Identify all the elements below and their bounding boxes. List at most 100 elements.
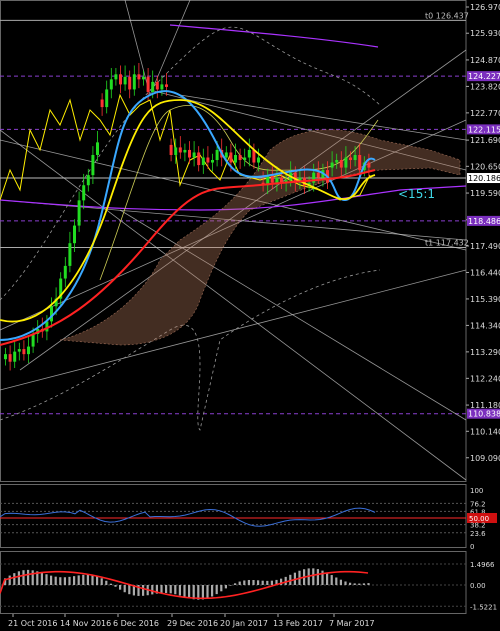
candle-body [367, 162, 371, 168]
date-label: 21 Oct 2016 [8, 619, 57, 628]
macd-histogram-bar [284, 576, 287, 585]
macd-histogram-bar [27, 569, 30, 585]
candle-body [234, 154, 237, 163]
candle-body [201, 157, 205, 166]
candle-body [128, 76, 132, 90]
macd-histogram-bar [13, 573, 16, 585]
upper-ma-line [169, 24, 379, 48]
date-axis: 21 Oct 2016 14 Nov 2016 6 Dec 2016 29 Dec 2… [8, 614, 375, 628]
price-tick-label: 121.690 [470, 136, 500, 145]
candle-body [91, 154, 95, 176]
macd-panel: 1.4966 0.00 -1.5221 [0, 551, 497, 614]
candle-body [137, 74, 141, 80]
candle-body [192, 152, 196, 158]
macd-histogram-bar [109, 583, 112, 585]
macd-tick-label: 0.00 [470, 582, 486, 590]
macd-histogram-bar [206, 585, 209, 599]
macd-histogram-bar [215, 585, 218, 595]
candle [119, 65, 122, 94]
price-level-label: 118.486 [468, 217, 500, 226]
candle [183, 143, 187, 162]
candle-body [13, 351, 17, 362]
candle [40, 317, 44, 338]
macd-histogram-bar [100, 578, 103, 585]
date-label: 13 Feb 2017 [273, 619, 323, 628]
candle [132, 65, 136, 96]
price-tick-label: 124.870 [470, 56, 500, 65]
candle-body [238, 154, 242, 161]
candle [100, 93, 104, 116]
candle [77, 191, 81, 232]
macd-tick-label: 1.4966 [470, 561, 495, 569]
price-tick-label: 112.240 [470, 374, 500, 383]
macd-histogram-bar [362, 583, 365, 585]
candle [192, 141, 196, 167]
macd-histogram-bar [160, 585, 163, 594]
candle [197, 146, 201, 172]
macd-histogram-bar [183, 585, 186, 597]
candle-body [339, 160, 343, 168]
macd-histogram-bar [257, 580, 260, 585]
macd-histogram-bar [261, 580, 264, 585]
candle [13, 340, 17, 369]
macd-histogram-bar [312, 568, 315, 585]
candle-body [215, 149, 219, 161]
candle-body [344, 157, 348, 168]
macd-histogram-bar [358, 583, 361, 585]
macd-histogram-bar [234, 583, 237, 585]
candle [201, 148, 205, 174]
macd-histogram-bar [353, 583, 356, 585]
macd-histogram-bar [174, 585, 177, 595]
candle [178, 136, 182, 159]
candle [22, 340, 26, 361]
candle-body [68, 243, 72, 266]
candle [238, 148, 242, 169]
candle [252, 143, 256, 169]
candle [59, 272, 63, 305]
trend-line [149, 0, 191, 96]
candle [86, 168, 90, 192]
candle-body [27, 346, 30, 355]
candle-body [132, 74, 136, 90]
candle [123, 65, 127, 91]
trend-line [0, 269, 467, 391]
candle [211, 153, 214, 172]
candle-body [105, 89, 109, 108]
macd-histogram-bar [17, 571, 20, 585]
macd-histogram-bar [165, 585, 168, 593]
macd-histogram-bar [335, 577, 338, 585]
macd-histogram-bar [119, 585, 122, 590]
macd-histogram-bar [220, 585, 223, 592]
candle-body [100, 99, 104, 108]
macd-histogram-bar [63, 577, 66, 585]
candle-body [160, 84, 164, 90]
candle-body [211, 160, 214, 163]
macd-histogram-bar [114, 585, 117, 587]
price-tick-label: 116.440 [470, 268, 500, 277]
macd-histogram-bar [326, 572, 329, 585]
candle-body [316, 172, 320, 178]
macd-histogram-bar [270, 580, 273, 585]
candle-body [257, 157, 260, 163]
candle-body [142, 76, 145, 80]
candle-body [178, 147, 182, 153]
macd-tick-label: -1.5221 [470, 603, 497, 611]
macd-histogram-bar [22, 570, 25, 585]
candle-body [8, 354, 12, 362]
candle-body [17, 349, 21, 352]
candle [63, 257, 67, 288]
price-tick-label: 119.590 [470, 189, 500, 198]
price-tick-label: 110.140 [470, 427, 500, 436]
macd-histogram-bar [82, 574, 85, 585]
rsi-panel: 10076.261.850.0038.223.60 [0, 484, 497, 551]
candle-body [270, 175, 274, 183]
price-tick-label: 113.290 [470, 348, 500, 357]
macd-histogram-bar [224, 585, 227, 589]
price-tick-label: 122.770 [470, 109, 500, 118]
candle [243, 148, 247, 167]
candle-body [82, 185, 86, 201]
candle [114, 68, 118, 86]
macd-histogram-bar [188, 585, 191, 599]
candle [105, 80, 109, 114]
candle-body [31, 333, 35, 347]
